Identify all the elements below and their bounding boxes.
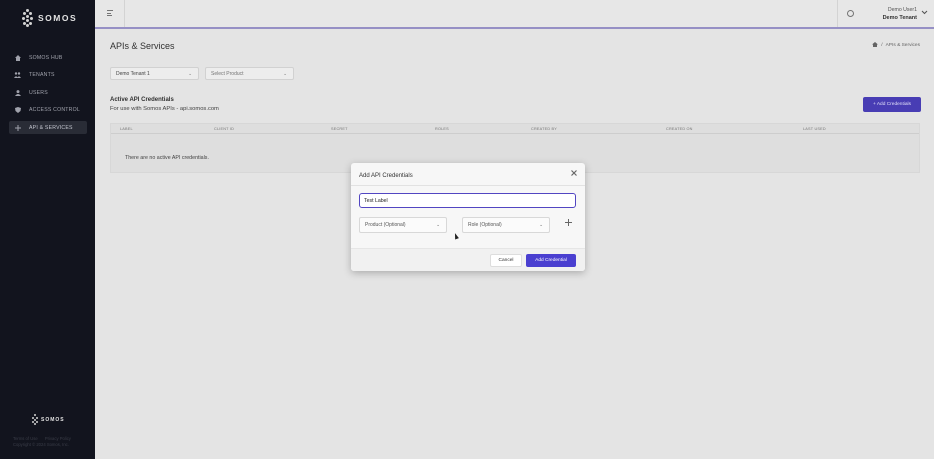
close-icon[interactable] bbox=[571, 170, 577, 178]
product-select-placeholder: Product (Optional) bbox=[365, 222, 406, 228]
role-select-placeholder: Role (Optional) bbox=[468, 222, 502, 228]
dialog-footer: Cancel Add Credential bbox=[351, 248, 585, 271]
cancel-button[interactable]: Cancel bbox=[490, 254, 522, 267]
chevron-down-icon: ⌄ bbox=[436, 222, 440, 227]
divider bbox=[351, 185, 585, 186]
chevron-down-icon: ⌄ bbox=[539, 222, 543, 227]
add-row-plus-icon[interactable] bbox=[565, 219, 572, 229]
add-credentials-dialog: Add API Credentials Test Label Product (… bbox=[351, 163, 585, 271]
label-input[interactable]: Test Label bbox=[359, 193, 576, 208]
role-select[interactable]: Role (Optional) ⌄ bbox=[462, 217, 550, 233]
product-select[interactable]: Product (Optional) ⌄ bbox=[359, 217, 447, 233]
dialog-title: Add API Credentials bbox=[359, 173, 413, 179]
add-credential-button[interactable]: Add Credential bbox=[526, 254, 576, 267]
